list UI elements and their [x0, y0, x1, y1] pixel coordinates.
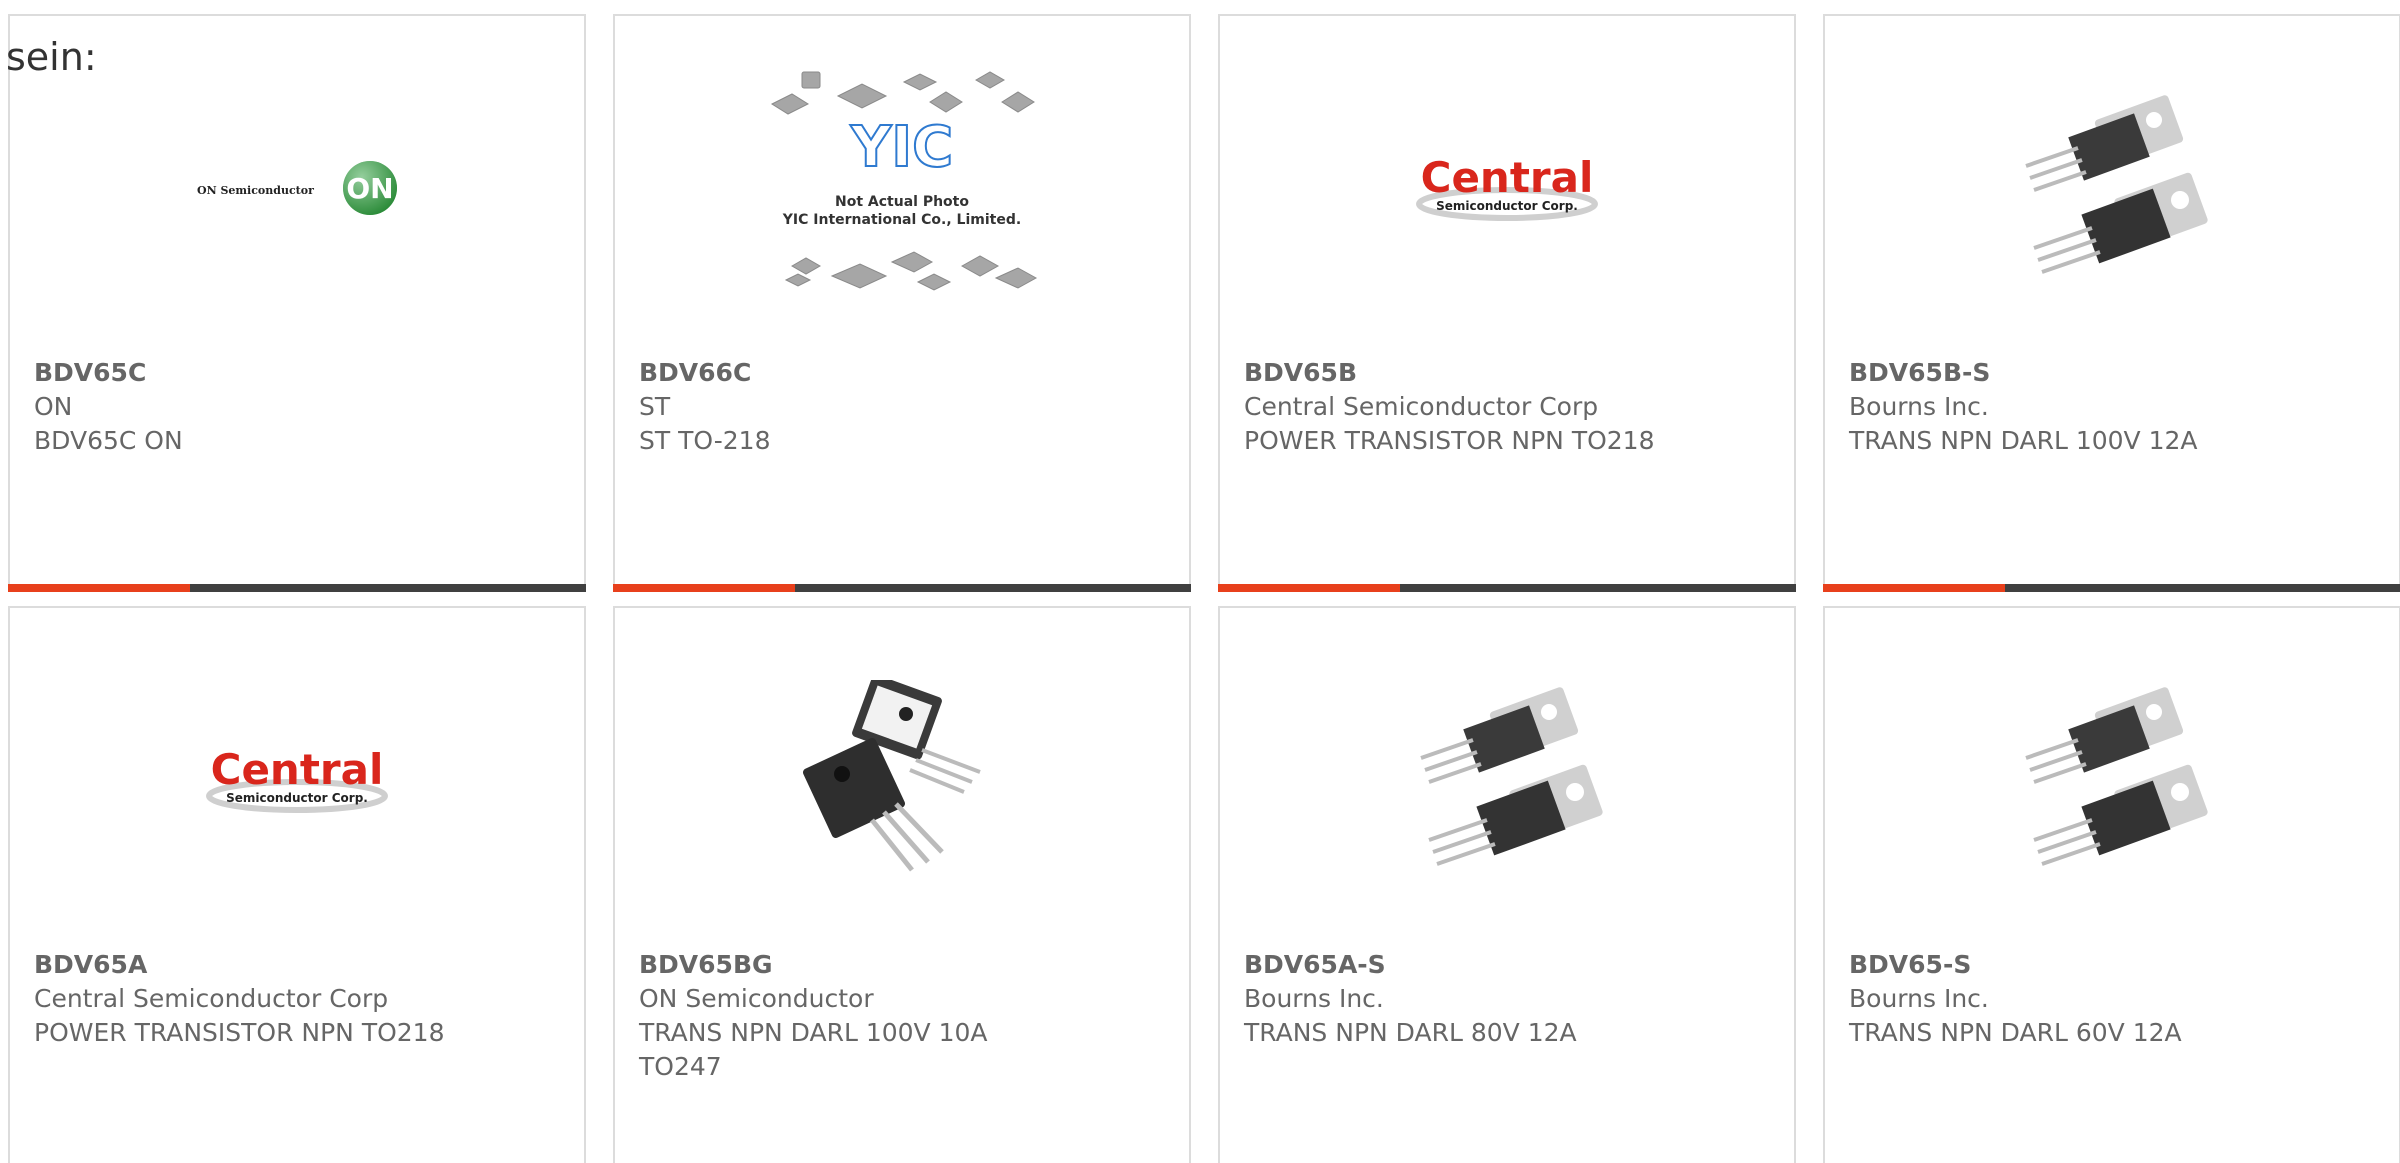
product-info: BDV65C ON BDV65C ON: [34, 356, 560, 458]
yic-logo-text: YIC: [850, 115, 953, 180]
product-info: BDV65B-S Bourns Inc. TRANS NPN DARL 100V…: [1849, 356, 2375, 458]
to220-transistor-photo: [2025, 95, 2208, 274]
part-number[interactable]: BDV65A: [34, 948, 560, 982]
product-card[interactable]: ON Semiconductor ON BDV65C ON BDV65C ON: [8, 14, 586, 592]
product-card[interactable]: BDV65A-S Bourns Inc. TRANS NPN DARL 80V …: [1218, 606, 1796, 1163]
part-number[interactable]: BDV65C: [34, 356, 560, 390]
description: TRANS NPN DARL 60V 12A: [1849, 1018, 2182, 1047]
to220-transistor-photo: [2025, 687, 2208, 866]
product-info: BDV66C ST ST TO-218: [639, 356, 1165, 458]
description: BDV65C ON: [34, 426, 183, 455]
product-card[interactable]: YIC Not Actual Photo YIC International C…: [613, 14, 1191, 592]
part-number[interactable]: BDV65B: [1244, 356, 1770, 390]
description: ST TO-218: [639, 426, 771, 455]
product-card[interactable]: BDV65-S Bourns Inc. TRANS NPN DARL 60V 1…: [1823, 606, 2400, 1163]
manufacturer: ST: [639, 392, 671, 421]
manufacturer: ON Semiconductor: [639, 984, 874, 1013]
card-bottom-bar: [8, 584, 586, 592]
product-image[interactable]: Central Semiconductor Corp.: [1220, 78, 1794, 298]
product-grid: ON Semiconductor ON BDV65C ON BDV65C ON: [8, 14, 2400, 1163]
product-image[interactable]: Central Semiconductor Corp.: [10, 670, 584, 890]
card-bottom-bar: [613, 584, 1191, 592]
product-image[interactable]: [1825, 670, 2399, 890]
part-number[interactable]: BDV65BG: [639, 948, 1165, 982]
description: POWER TRANSISTOR NPN TO218: [34, 1018, 445, 1047]
part-number[interactable]: BDV65A-S: [1244, 948, 1770, 982]
not-actual-photo-text: Not Actual Photo: [835, 194, 969, 210]
manufacturer: Central Semiconductor Corp: [1244, 392, 1599, 421]
on-logo-mark-text: ON: [346, 172, 393, 205]
manufacturer: ON: [34, 392, 73, 421]
product-card[interactable]: Central Semiconductor Corp. BDV65A Centr…: [8, 606, 586, 1163]
to220-transistor-photo: [1420, 687, 1603, 866]
on-semiconductor-logo-text: ON Semiconductor: [197, 184, 314, 197]
product-card[interactable]: BDV65B-S Bourns Inc. TRANS NPN DARL 100V…: [1823, 14, 2400, 592]
description: TRANS NPN DARL 100V 12A: [1849, 426, 2198, 455]
description: POWER TRANSISTOR NPN TO218: [1244, 426, 1655, 455]
product-image[interactable]: [1220, 670, 1794, 890]
central-semiconductor-logo: Central Semiconductor Corp.: [206, 745, 388, 813]
product-info: BDV65BG ON Semiconductor TRANS NPN DARL …: [639, 948, 1165, 1084]
card-bottom-bar-accent: [8, 584, 190, 592]
description: TRANS NPN DARL 100V 10A TO247: [639, 1018, 988, 1081]
central-semiconductor-logo: Central Semiconductor Corp.: [1416, 153, 1598, 221]
to247-transistor-photo: [803, 680, 981, 872]
manufacturer: Central Semiconductor Corp: [34, 984, 389, 1013]
product-info: BDV65A Central Semiconductor Corp POWER …: [34, 948, 560, 1050]
on-semiconductor-logo: ON Semiconductor ON: [197, 161, 397, 215]
product-image[interactable]: ON Semiconductor ON: [10, 78, 584, 298]
part-number[interactable]: BDV66C: [639, 356, 1165, 390]
product-info: BDV65B Central Semiconductor Corp POWER …: [1244, 356, 1770, 458]
card-bottom-bar-accent: [1218, 584, 1400, 592]
manufacturer: Bourns Inc.: [1849, 984, 1989, 1013]
description: TRANS NPN DARL 80V 12A: [1244, 1018, 1577, 1047]
yic-company-text: YIC International Co., Limited.: [782, 212, 1021, 228]
part-number[interactable]: BDV65B-S: [1849, 356, 2375, 390]
yic-placeholder-image: YIC Not Actual Photo YIC International C…: [770, 71, 1038, 291]
product-card[interactable]: BDV65BG ON Semiconductor TRANS NPN DARL …: [613, 606, 1191, 1163]
intro-text: sein:: [6, 35, 97, 79]
central-logo-text: Central: [211, 745, 384, 794]
product-card[interactable]: Central Semiconductor Corp. BDV65B Centr…: [1218, 14, 1796, 592]
card-bottom-bar: [1823, 584, 2400, 592]
product-image[interactable]: [615, 670, 1189, 890]
central-logo-text: Central: [1421, 153, 1594, 202]
product-info: BDV65A-S Bourns Inc. TRANS NPN DARL 80V …: [1244, 948, 1770, 1050]
product-image[interactable]: [1825, 78, 2399, 298]
card-bottom-bar-accent: [613, 584, 795, 592]
central-logo-subtext: Semiconductor Corp.: [1436, 199, 1578, 213]
part-number[interactable]: BDV65-S: [1849, 948, 2375, 982]
page: ON Semiconductor ON BDV65C ON BDV65C ON: [0, 0, 2400, 1163]
manufacturer: Bourns Inc.: [1244, 984, 1384, 1013]
card-bottom-bar: [1218, 584, 1796, 592]
product-image[interactable]: YIC Not Actual Photo YIC International C…: [615, 56, 1189, 316]
card-bottom-bar-accent: [1823, 584, 2005, 592]
product-info: BDV65-S Bourns Inc. TRANS NPN DARL 60V 1…: [1849, 948, 2375, 1050]
manufacturer: Bourns Inc.: [1849, 392, 1989, 421]
central-logo-subtext: Semiconductor Corp.: [226, 791, 368, 805]
